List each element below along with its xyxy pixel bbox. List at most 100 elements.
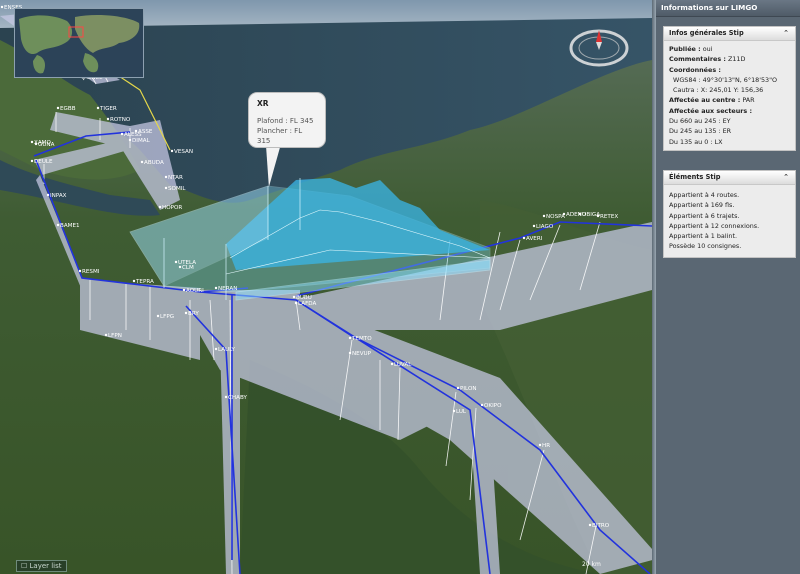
overview-minimap[interactable] xyxy=(14,8,144,78)
waypoint-label[interactable]: AVERI xyxy=(526,236,543,242)
waypoint-label[interactable]: PILON xyxy=(460,386,477,392)
waypoint-marker[interactable] xyxy=(96,106,100,110)
waypoint-marker[interactable] xyxy=(46,193,50,197)
waypoint-marker[interactable] xyxy=(140,160,144,164)
general-info-header[interactable]: Infos générales Stip ⌃ xyxy=(664,27,795,41)
waypoint-marker[interactable] xyxy=(78,269,82,273)
waypoint-label[interactable]: NOSPA xyxy=(546,214,565,220)
waypoint-marker[interactable] xyxy=(452,409,456,413)
waypoint-marker[interactable] xyxy=(214,286,218,290)
waypoint-marker[interactable] xyxy=(214,347,218,351)
waypoint-marker[interactable] xyxy=(56,223,60,227)
waypoint-marker[interactable] xyxy=(34,142,38,146)
waypoint-label[interactable]: LUVAL xyxy=(394,362,412,368)
waypoint-marker[interactable] xyxy=(156,314,160,318)
waypoint-label[interactable]: DIMAL xyxy=(132,138,151,144)
waypoint-marker[interactable] xyxy=(390,362,394,366)
waypoint-label[interactable]: RETEX xyxy=(600,214,618,220)
waypoint-marker[interactable] xyxy=(562,212,566,216)
waypoint-label[interactable]: GUNA xyxy=(38,142,55,148)
layer-list-button[interactable]: ☐ Layer list xyxy=(16,560,67,572)
waypoint-marker[interactable] xyxy=(480,403,484,407)
panel-title: Informations sur LIMGO xyxy=(656,0,800,17)
waypoint-label[interactable]: CLM xyxy=(182,265,194,271)
waypoint-label[interactable]: LAFDA xyxy=(298,301,316,307)
waypoint-marker[interactable] xyxy=(596,214,600,218)
waypoint-marker[interactable] xyxy=(0,5,4,9)
waypoint-marker[interactable] xyxy=(542,214,546,218)
waypoint-label[interactable]: SOMIL xyxy=(168,186,186,192)
waypoint-marker[interactable] xyxy=(182,288,186,292)
compass-icon[interactable] xyxy=(568,26,630,70)
waypoint-label[interactable]: LIAGO xyxy=(536,224,554,230)
waypoint-marker[interactable] xyxy=(164,175,168,179)
waypoint-label[interactable]: DEULE xyxy=(34,159,53,165)
waypoint-label[interactable]: BAME1 xyxy=(60,223,80,229)
collapse-icon[interactable]: ⌃ xyxy=(783,171,789,184)
waypoint-label[interactable]: LFPG xyxy=(160,314,174,320)
waypoint-label[interactable]: ROTNO xyxy=(110,117,131,123)
waypoint-marker[interactable] xyxy=(30,159,34,163)
waypoint-marker[interactable] xyxy=(292,295,296,299)
waypoint-label[interactable]: LFPN xyxy=(108,333,122,339)
waypoint-label[interactable]: RESMI xyxy=(82,269,100,275)
waypoint-label[interactable]: TIGER xyxy=(99,106,117,112)
waypoint-marker[interactable] xyxy=(522,236,526,240)
waypoint-marker[interactable] xyxy=(224,395,228,399)
waypoint-label[interactable]: CHABY xyxy=(228,395,247,401)
waypoint-label[interactable]: VESAN xyxy=(174,149,193,155)
waypoint-marker[interactable] xyxy=(578,212,582,216)
waypoint-label[interactable]: NEVUP xyxy=(352,351,372,357)
waypoint-marker[interactable] xyxy=(538,443,542,447)
waypoint-marker[interactable] xyxy=(294,301,298,305)
coords-label: Coordonnées : xyxy=(669,65,721,74)
waypoint-label[interactable]: HOPOR xyxy=(162,205,182,211)
waypoint-label[interactable]: HR xyxy=(542,443,550,449)
centre-row: Affectée au centre : PAR xyxy=(669,95,790,105)
commentaires-label: Commentaires : xyxy=(669,55,726,64)
waypoint-marker[interactable] xyxy=(106,117,110,121)
map-3d-view[interactable]: ENSESLESTARENELEGBBTIGERROTNOALESSDIMALA… xyxy=(0,0,652,574)
secteur-item: Du 660 au 245 : EY xyxy=(669,117,731,126)
waypoint-label[interactable]: OKIPO xyxy=(484,403,502,409)
waypoint-label[interactable]: ABUDA xyxy=(144,160,164,166)
waypoint-marker[interactable] xyxy=(348,336,352,340)
waypoint-label[interactable]: TEMTO xyxy=(351,336,372,342)
waypoint-marker[interactable] xyxy=(174,260,178,264)
waypoint-label[interactable]: ASSE xyxy=(138,129,153,135)
waypoint-marker[interactable] xyxy=(170,149,174,153)
waypoint-label[interactable]: AOURI xyxy=(186,288,204,294)
waypoint-marker[interactable] xyxy=(456,386,460,390)
waypoint-label[interactable]: EGBB xyxy=(60,106,76,112)
waypoint-marker[interactable] xyxy=(120,132,124,136)
waypoint-marker[interactable] xyxy=(128,138,132,142)
map-scene[interactable]: ENSESLESTARENELEGBBTIGERROTNOALESSDIMALA… xyxy=(0,0,652,574)
waypoint-marker[interactable] xyxy=(56,106,60,110)
waypoint-marker[interactable] xyxy=(184,311,188,315)
waypoint-marker[interactable] xyxy=(104,333,108,337)
publiee-row: Publiée : oui xyxy=(669,44,790,54)
secteur-item: Du 245 au 135 : ER xyxy=(669,127,732,136)
waypoint-marker[interactable] xyxy=(158,205,162,209)
waypoint-label[interactable]: INPAX xyxy=(50,193,67,199)
waypoint-label[interactable]: BITRO xyxy=(592,523,610,529)
waypoint-marker[interactable] xyxy=(532,224,536,228)
coord-wgs: WGS84 : 49°30'13"N, 6°18'53"O xyxy=(673,75,778,84)
waypoint-label[interactable]: BRY xyxy=(188,311,199,317)
waypoint-label[interactable]: NERAN xyxy=(218,286,237,292)
waypoint-marker[interactable] xyxy=(348,351,352,355)
waypoint-marker[interactable] xyxy=(134,129,138,133)
waypoint-marker[interactable] xyxy=(132,279,136,283)
waypoint-marker[interactable] xyxy=(178,265,182,269)
element-item: Appartient à 12 connexions. xyxy=(669,221,760,230)
waypoint-label[interactable]: TEPRA xyxy=(135,279,154,285)
elements-header[interactable]: Éléments Stip ⌃ xyxy=(664,171,795,185)
waypoint-marker[interactable] xyxy=(164,186,168,190)
waypoint-label[interactable]: LAULY xyxy=(218,347,236,353)
waypoint-label[interactable]: LUL xyxy=(456,409,467,415)
elements-section: Éléments Stip ⌃ Appartient à 4 routes. A… xyxy=(663,170,796,258)
waypoint-label[interactable]: NTAR xyxy=(168,175,183,181)
waypoint-marker[interactable] xyxy=(30,140,34,144)
waypoint-marker[interactable] xyxy=(588,523,592,527)
collapse-icon[interactable]: ⌃ xyxy=(783,27,789,40)
